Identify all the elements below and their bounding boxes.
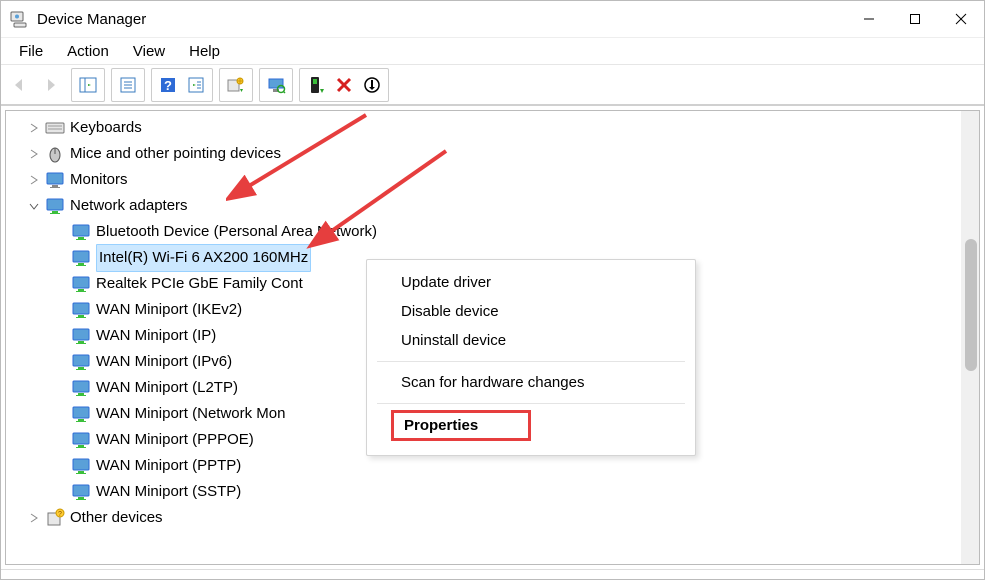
- show-hide-tree-button[interactable]: [74, 71, 102, 99]
- mouse-icon: [44, 143, 66, 165]
- chevron-right-icon[interactable]: [26, 146, 42, 162]
- tree-node-mice[interactable]: Mice and other pointing devices: [12, 141, 973, 167]
- tree-node-network-adapters[interactable]: Network adapters: [12, 193, 973, 219]
- action-sheet-button[interactable]: [182, 71, 210, 99]
- help-button[interactable]: ?: [154, 71, 182, 99]
- tree-label: WAN Miniport (IP): [96, 323, 216, 349]
- tree-label: Monitors: [70, 167, 128, 193]
- network-adapter-icon: [70, 273, 92, 295]
- titlebar: Device Manager: [1, 1, 984, 37]
- ctx-update-driver[interactable]: Update driver: [367, 268, 695, 297]
- tree-node-bluetooth[interactable]: Bluetooth Device (Personal Area Network): [12, 219, 973, 245]
- network-adapter-icon: [70, 481, 92, 503]
- tree-label: Bluetooth Device (Personal Area Network): [96, 219, 377, 245]
- ctx-scan-hardware[interactable]: Scan for hardware changes: [367, 368, 695, 397]
- tree-label: WAN Miniport (SSTP): [96, 479, 241, 505]
- toolbar: ?: [1, 65, 984, 105]
- tree-node-keyboards[interactable]: Keyboards: [12, 115, 973, 141]
- minimize-button[interactable]: [846, 3, 892, 35]
- ctx-disable-device[interactable]: Disable device: [367, 297, 695, 326]
- chevron-right-icon[interactable]: [26, 120, 42, 136]
- vertical-scrollbar[interactable]: [961, 111, 979, 564]
- tree-label: WAN Miniport (PPPOE): [96, 427, 254, 453]
- tree-label: Other devices: [70, 505, 163, 531]
- device-manager-window: Device Manager File Action View Help ?: [0, 0, 985, 580]
- tree-label: Realtek PCIe GbE Family Cont: [96, 271, 303, 297]
- network-adapter-icon: [70, 455, 92, 477]
- network-adapter-icon: [70, 351, 92, 373]
- network-adapter-icon: [70, 403, 92, 425]
- keyboard-icon: [44, 117, 66, 139]
- tree-label: WAN Miniport (IPv6): [96, 349, 232, 375]
- chevron-down-icon[interactable]: [26, 198, 42, 214]
- tree-node-wan-sstp[interactable]: WAN Miniport (SSTP): [12, 479, 973, 505]
- tree-label: WAN Miniport (L2TP): [96, 375, 238, 401]
- context-menu: Update driver Disable device Uninstall d…: [366, 259, 696, 456]
- ctx-properties[interactable]: Properties: [391, 410, 531, 441]
- tree-label: WAN Miniport (PPTP): [96, 453, 241, 479]
- tree-label: Keyboards: [70, 115, 142, 141]
- window-title: Device Manager: [37, 11, 146, 28]
- tree-node-monitors[interactable]: Monitors: [12, 167, 973, 193]
- separator: [377, 361, 685, 362]
- forward-button[interactable]: [37, 71, 63, 99]
- network-adapter-icon: [70, 377, 92, 399]
- window-controls: [846, 3, 984, 35]
- disable-device-button[interactable]: [358, 71, 386, 99]
- enable-device-button[interactable]: [302, 71, 330, 99]
- chevron-right-icon[interactable]: [26, 172, 42, 188]
- app-icon: [9, 9, 29, 29]
- tree-label: WAN Miniport (Network Mon: [96, 401, 285, 427]
- menu-action[interactable]: Action: [55, 40, 121, 63]
- other-devices-icon: ?: [44, 507, 66, 529]
- svg-text:?: ?: [58, 511, 62, 518]
- properties-button[interactable]: [114, 71, 142, 99]
- back-button[interactable]: [7, 71, 33, 99]
- content-area: Keyboards Mice and other pointing device…: [1, 105, 984, 569]
- ctx-uninstall-device[interactable]: Uninstall device: [367, 326, 695, 355]
- tree-node-other-devices[interactable]: ? Other devices: [12, 505, 973, 531]
- network-adapter-icon: [70, 221, 92, 243]
- tree-label: Mice and other pointing devices: [70, 141, 281, 167]
- scan-hardware-button[interactable]: [262, 71, 290, 99]
- statusbar: [1, 569, 984, 579]
- separator: [377, 403, 685, 404]
- chevron-right-icon[interactable]: [26, 510, 42, 526]
- network-adapter-icon: [44, 195, 66, 217]
- device-tree-panel: Keyboards Mice and other pointing device…: [5, 110, 980, 565]
- menu-help[interactable]: Help: [177, 40, 232, 63]
- svg-text:?: ?: [164, 78, 172, 93]
- network-adapter-icon: [70, 299, 92, 321]
- network-adapter-icon: [70, 325, 92, 347]
- menu-view[interactable]: View: [121, 40, 177, 63]
- monitor-icon: [44, 169, 66, 191]
- menu-file[interactable]: File: [7, 40, 55, 63]
- tree-label: Network adapters: [70, 193, 188, 219]
- tree-label: WAN Miniport (IKEv2): [96, 297, 242, 323]
- close-button[interactable]: [938, 3, 984, 35]
- tree-label: Intel(R) Wi-Fi 6 AX200 160MHz: [96, 244, 311, 272]
- tree-node-wan-pptp[interactable]: WAN Miniport (PPTP): [12, 453, 973, 479]
- network-adapter-icon: [70, 247, 92, 269]
- scrollbar-thumb[interactable]: [965, 239, 977, 371]
- maximize-button[interactable]: [892, 3, 938, 35]
- menubar: File Action View Help: [1, 37, 984, 65]
- network-adapter-icon: [70, 429, 92, 451]
- uninstall-device-button[interactable]: [330, 71, 358, 99]
- update-driver-button[interactable]: [222, 71, 250, 99]
